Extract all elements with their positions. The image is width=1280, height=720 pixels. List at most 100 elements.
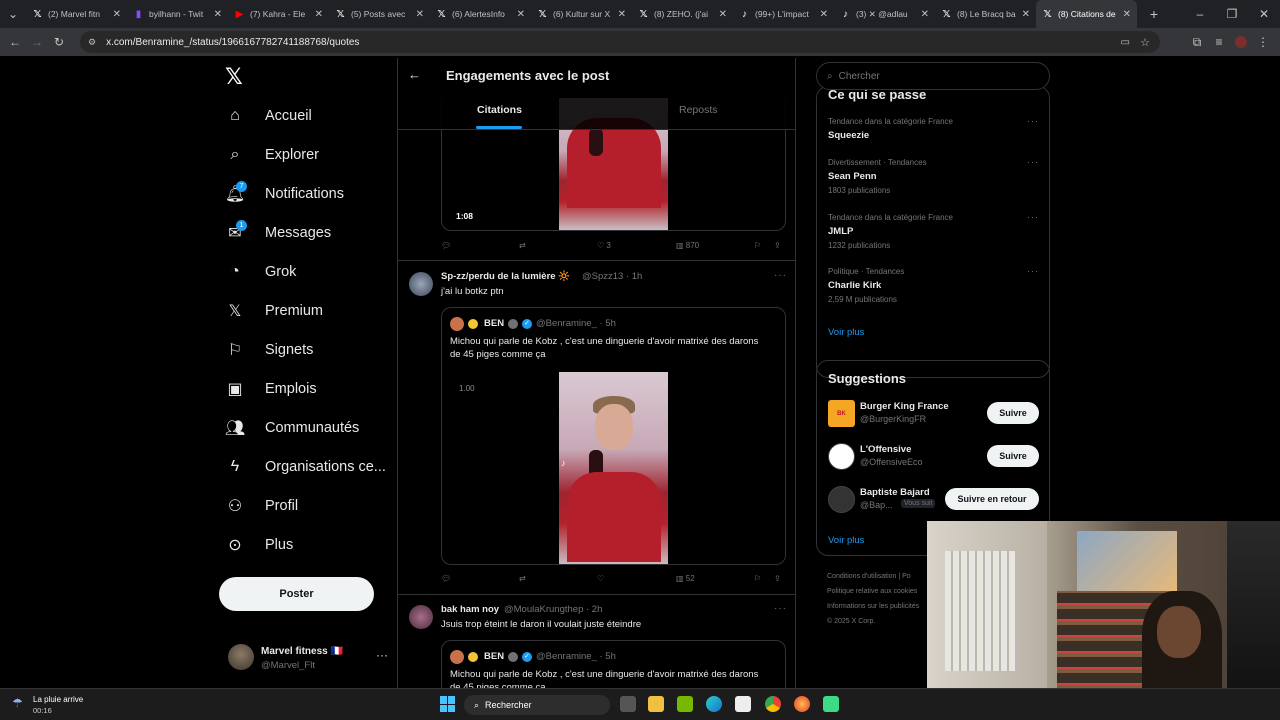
nav-item-messages[interactable]: ✉ 1 Messages bbox=[226, 218, 331, 248]
close-tab-icon[interactable]: ✕ bbox=[113, 9, 121, 20]
windows-start-icon[interactable] bbox=[440, 696, 456, 712]
share-icon[interactable]: ⇪ bbox=[774, 241, 781, 250]
menu-icon[interactable]: ⋮ bbox=[1252, 31, 1274, 53]
x-logo-icon[interactable]: 𝕏 bbox=[225, 64, 243, 90]
views-icon[interactable]: ▥ 52 bbox=[676, 574, 695, 583]
footer-link[interactable]: Informations sur les publicités bbox=[827, 603, 919, 610]
nav-item-accueil[interactable]: ⌂ Accueil bbox=[226, 101, 312, 131]
show-more-link[interactable]: Voir plus bbox=[828, 327, 864, 338]
nav-item-profil[interactable]: ⚇ Profil bbox=[226, 491, 298, 521]
minimize-icon[interactable]: – bbox=[1184, 3, 1216, 25]
more-icon[interactable]: ··· bbox=[1027, 157, 1039, 167]
more-icon[interactable]: ··· bbox=[774, 603, 787, 614]
quoted-post[interactable]: BEN ✓ @Benramine_ · 5h Michou qui parle … bbox=[441, 640, 786, 688]
search-input[interactable]: ⌕ Chercher bbox=[816, 62, 1050, 90]
follow-button[interactable]: Suivre bbox=[987, 402, 1039, 424]
post-author-name[interactable]: Sp-zz/perdu de la lumière 🔆 bbox=[441, 271, 570, 282]
file-explorer-icon[interactable] bbox=[648, 696, 664, 712]
show-more-link[interactable]: Voir plus bbox=[828, 535, 864, 546]
extensions-icon[interactable]: ⧉ bbox=[1186, 31, 1208, 53]
firefox-icon[interactable] bbox=[794, 696, 810, 712]
back-icon[interactable]: ← bbox=[4, 31, 26, 53]
tab-citations[interactable]: Citations bbox=[477, 104, 522, 116]
post-author-handle[interactable]: @MoulaKrungthep · 2h bbox=[504, 604, 602, 615]
app-icon[interactable] bbox=[823, 696, 839, 712]
taskbar-search[interactable]: ⌕ Rechercher bbox=[464, 695, 610, 715]
browser-tab[interactable]: 𝕏 (8) ZEHO. (j'ai ✕ bbox=[632, 0, 733, 28]
avatar[interactable] bbox=[409, 272, 433, 296]
bookmark-icon[interactable]: ⚐ bbox=[754, 241, 761, 250]
close-tab-icon[interactable]: ✕ bbox=[214, 9, 222, 20]
nav-item-emplois[interactable]: ▣ Emplois bbox=[226, 374, 316, 404]
video-thumbnail[interactable]: ♪ bbox=[559, 372, 668, 564]
views-icon[interactable]: ▥ 870 bbox=[676, 241, 699, 250]
chrome-icon[interactable] bbox=[765, 696, 781, 712]
close-window-icon[interactable]: ✕ bbox=[1248, 3, 1280, 25]
share-icon[interactable]: ⇪ bbox=[774, 574, 781, 583]
reply-icon[interactable]: 💬︎ bbox=[441, 241, 451, 250]
repost-icon[interactable]: ⇄ bbox=[519, 574, 526, 583]
nav-item-notifications[interactable]: 🔔︎ 7 Notifications bbox=[225, 179, 344, 209]
more-icon[interactable]: ··· bbox=[1027, 212, 1039, 222]
profile-icon[interactable] bbox=[1230, 31, 1252, 53]
browser-tab[interactable]: 𝕏 (2) Marvel fitn ✕ bbox=[26, 0, 127, 28]
close-tab-icon[interactable]: ✕ bbox=[1123, 9, 1131, 20]
nav-item-premium[interactable]: 𝕏 Premium bbox=[226, 296, 323, 326]
close-tab-icon[interactable]: ✕ bbox=[315, 9, 323, 20]
browser-tab[interactable]: ♪ (99+) L'impact ✕ bbox=[733, 0, 834, 28]
follow-button[interactable]: Suivre en retour bbox=[945, 488, 1039, 510]
bookmark-star-icon[interactable]: ☆ bbox=[1140, 36, 1150, 49]
browser-tab[interactable]: ▶ (7) Kahra - Ele ✕ bbox=[228, 0, 329, 28]
close-tab-icon[interactable]: ✕ bbox=[618, 9, 626, 20]
back-arrow-icon[interactable]: ← bbox=[408, 67, 421, 82]
nvidia-icon[interactable] bbox=[677, 696, 693, 712]
footer-link[interactable]: Politique relative aux cookies bbox=[827, 588, 917, 595]
browser-tab[interactable]: 𝕏 (5) Posts avec ✕ bbox=[329, 0, 430, 28]
browser-tab[interactable]: 𝕏 (8) Le Bracq ba ✕ bbox=[935, 0, 1036, 28]
browser-tab[interactable]: ▮ byilhann - Twit ✕ bbox=[127, 0, 228, 28]
follow-button[interactable]: Suivre bbox=[987, 445, 1039, 467]
close-tab-icon[interactable]: ✕ bbox=[416, 9, 424, 20]
close-tab-icon[interactable]: ✕ bbox=[517, 9, 525, 20]
new-tab-icon[interactable]: + bbox=[1143, 3, 1165, 25]
nav-item-communautés[interactable]: 👥︎ Communautés bbox=[225, 413, 359, 443]
account-switcher[interactable]: Marvel fitness 🇫🇷 @Marvel_Flt ··· bbox=[226, 642, 388, 676]
more-icon[interactable]: ··· bbox=[1027, 116, 1039, 126]
maximize-icon[interactable]: ❐ bbox=[1216, 3, 1248, 25]
store-icon[interactable] bbox=[735, 696, 751, 712]
nav-item-explorer[interactable]: ⌕ Explorer bbox=[226, 140, 319, 170]
edge-icon[interactable] bbox=[706, 696, 722, 712]
post-author-name[interactable]: bak ham noy bbox=[441, 604, 499, 615]
browser-tab[interactable]: 𝕏 (8) Citations de ✕ bbox=[1036, 0, 1137, 28]
more-icon[interactable]: ··· bbox=[376, 648, 388, 662]
post-author-handle[interactable]: @Spzz13 · 1h bbox=[582, 271, 642, 282]
avatar[interactable] bbox=[409, 605, 433, 629]
browser-tab[interactable]: 𝕏 (6) Kultur sur X ✕ bbox=[531, 0, 632, 28]
post-button[interactable]: Poster bbox=[219, 577, 374, 611]
like-icon[interactable]: ♡ bbox=[597, 574, 604, 583]
site-info-icon[interactable]: ⚙ bbox=[88, 37, 96, 48]
bookmark-icon[interactable]: ⚐ bbox=[754, 574, 761, 583]
close-tab-icon[interactable]: ✕ bbox=[921, 9, 929, 20]
nav-item-signets[interactable]: ⚐ Signets bbox=[226, 335, 314, 365]
address-bar[interactable]: ⚙ x.com/Benramine_/status/19661677827411… bbox=[80, 31, 1160, 53]
forward-icon[interactable]: → bbox=[26, 31, 48, 53]
nav-item-plus[interactable]: ⊙ Plus bbox=[226, 530, 293, 560]
tab-reposts[interactable]: Reposts bbox=[679, 104, 718, 116]
media-icon[interactable]: ≡ bbox=[1208, 31, 1230, 53]
close-tab-icon[interactable]: ✕ bbox=[1022, 9, 1030, 20]
footer-link[interactable]: Conditions d'utilisation | Po bbox=[827, 573, 911, 580]
close-tab-icon[interactable]: ✕ bbox=[719, 9, 727, 20]
like-icon[interactable]: ♡ 3 bbox=[597, 241, 611, 250]
browser-tab[interactable]: 𝕏 (6) AlertesInfo ✕ bbox=[430, 0, 531, 28]
tab-search-icon[interactable]: ⌄ bbox=[0, 3, 26, 25]
task-view-icon[interactable] bbox=[620, 696, 636, 712]
weather-title[interactable]: La pluie arrive bbox=[33, 695, 83, 704]
close-tab-icon[interactable]: ✕ bbox=[820, 9, 828, 20]
clock-time[interactable]: 00:16 bbox=[33, 706, 52, 715]
more-icon[interactable]: ··· bbox=[774, 270, 787, 281]
browser-tab[interactable]: ♪ (3) ✕ @adlau ✕ bbox=[834, 0, 935, 28]
nav-item-grok[interactable]: ◔ Grok bbox=[226, 257, 296, 287]
more-icon[interactable]: ··· bbox=[1027, 266, 1039, 276]
repost-icon[interactable]: ⇄ bbox=[519, 241, 526, 250]
